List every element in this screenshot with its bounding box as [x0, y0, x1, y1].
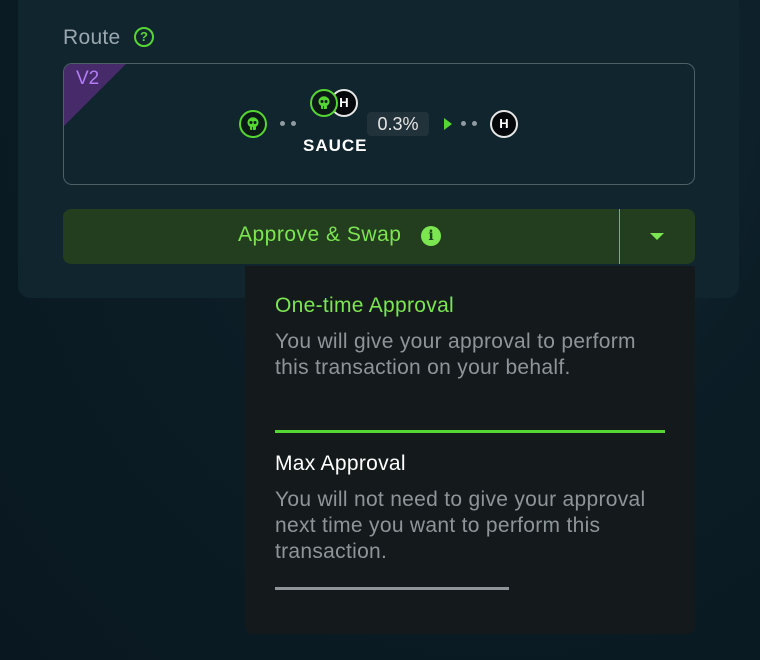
route-label: Route: [63, 26, 121, 49]
route-dot: [472, 121, 477, 126]
pool-fee: 0.3%: [367, 112, 429, 136]
route-dot: [280, 121, 285, 126]
option-title: Max Approval: [275, 452, 406, 475]
play-arrow-icon: [444, 118, 452, 130]
option-underline: [275, 587, 509, 590]
caret-down-icon: [650, 233, 664, 240]
skull-icon: [247, 117, 259, 130]
option-underline-selected: [275, 430, 665, 433]
approval-dropdown-toggle[interactable]: [620, 209, 695, 264]
pair-skull-icon: [310, 89, 338, 117]
one-time-approval-option[interactable]: One-time Approval You will give your app…: [275, 294, 665, 381]
skull-icon: [318, 96, 330, 109]
approval-menu: One-time Approval You will give your app…: [245, 266, 695, 634]
approve-swap-button[interactable]: Approve & Swap i: [63, 209, 619, 264]
from-token-skull-icon: [239, 110, 267, 138]
approve-swap-button-group: Approve & Swap i: [63, 209, 695, 264]
pool-token-name: SAUCE: [303, 136, 368, 155]
route-diagram: V2 H SAUCE 0.3% H: [63, 63, 695, 185]
info-icon[interactable]: i: [421, 226, 441, 246]
approve-swap-label: Approve & Swap: [238, 223, 402, 246]
max-approval-option[interactable]: Max Approval You will not need to give y…: [275, 452, 665, 565]
route-dot: [291, 121, 296, 126]
to-token-hbar-h-icon: H: [490, 110, 518, 138]
option-description: You will give your approval to perform t…: [275, 330, 636, 379]
option-description: You will not need to give your approval …: [275, 488, 646, 563]
version-badge: V2: [76, 68, 100, 89]
route-dot: [461, 121, 466, 126]
help-icon[interactable]: ?: [134, 27, 154, 47]
option-title: One-time Approval: [275, 294, 455, 317]
